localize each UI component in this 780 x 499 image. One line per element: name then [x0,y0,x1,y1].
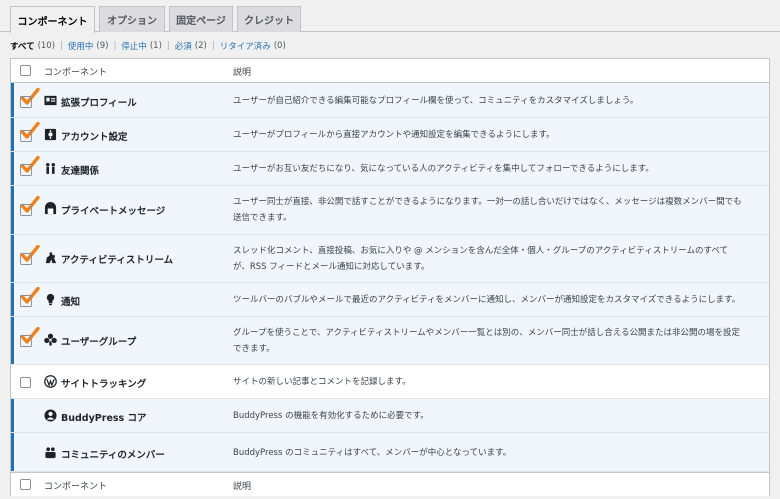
component-row: BuddyPress コア BuddyPress の機能を有効化するために必要です… [11,399,769,433]
column-footer-description: 説明 [233,482,252,492]
status-filters: すべて (10) | 使用中 (9) | 停止中 (1) | 必須 (2) | リタイア… [10,39,286,53]
component-description: ツールバーのバブルやメールで最近のアクティビティをメンバーに通知し、メンバーが通… [233,292,761,308]
filter-inactive-count: (1) [149,41,162,51]
column-header-description: 説明 [233,68,252,78]
groups-icon [44,333,57,346]
tab-credits[interactable]: クレジット [237,6,301,32]
component-checkbox-checked[interactable] [20,121,40,142]
component-row: 友達関係 ユーザーがお互い友だちになり、気になっている人のアクティビティを集中して… [11,152,769,186]
filter-all[interactable]: すべて [10,40,35,52]
component-checkbox-checked[interactable] [20,195,40,216]
wordpress-icon [44,375,57,388]
tab-options[interactable]: オプション [99,6,165,32]
component-description-line: ツールバーのバブルやメールで最近のアクティビティをメンバーに通知し、メンバーが通… [233,295,741,305]
component-name: BuddyPress コア [61,413,147,424]
component-description-line: BuddyPress の機能を有効化するために必要です。 [233,411,429,421]
component-description-line: サイトの新しい記事とコメントを記録します。 [233,377,411,387]
component-description-line: グループを使うことで、アクティビティストリームやメンバー一覧とは別の、メンバー同… [233,328,740,338]
filter-separator: | [211,41,215,51]
settings-icon [44,128,57,141]
profile-card-icon [44,94,57,107]
component-description: スレッド化コメント、直接投稿、お気に入りや @ メンションを含んだ全体・個人・グ… [233,243,761,275]
component-row: ユーザーグループ グループを使うことで、アクティビティストリームやメンバー一覧とは… [11,317,769,365]
component-row: コミュニティのメンバー BuddyPress のコミュニティはすべて、メンバーが中… [11,433,769,472]
filter-active[interactable]: 使用中 [68,40,94,52]
component-description-line: ユーザーが自己紹介できる編集可能なプロフィール欄を使って、コミュニティをカスタマ… [233,96,639,106]
component-name: ユーザーグループ [61,337,137,348]
filter-required[interactable]: 必須 [175,40,192,52]
component-description: ユーザーがお互い友だちになり、気になっている人のアクティビティを集中してフォロー… [233,161,761,177]
component-row: サイトトラッキング サイトの新しい記事とコメントを記録します。 [11,365,769,399]
table-footer: コンポーネント 説明 [11,472,769,496]
component-name: プライベートメッセージ [61,206,166,217]
component-checkbox-checked[interactable] [20,155,40,176]
component-description-line: スレッド化コメント、直接投稿、お気に入りや @ メンションを含んだ全体・個人・グ… [233,246,729,256]
component-name: 通知 [61,297,81,308]
component-row: アカウント設定 ユーザーがプロフィールから直接アカウントや通知設定を編集できるよう… [11,118,769,152]
filter-retired[interactable]: リタイア済み [220,40,271,52]
component-description-line: ユーザーがお互い友だちになり、気になっている人のアクティビティを集中してフォロー… [233,164,654,174]
component-name: 友達関係 [61,166,100,177]
component-checkbox[interactable] [20,377,31,388]
filter-all-count: (10) [37,41,56,51]
members-icon [44,446,57,459]
component-description: ユーザーが自己紹介できる編集可能なプロフィール欄を使って、コミュニティをカスタマ… [233,93,761,109]
components-table: コンポーネント 説明 拡張プロフィール ユーザーが自己紹介できる編集可能なプロフィ… [10,58,770,496]
filter-separator: | [113,41,117,51]
component-row: アクティビティストリーム スレッド化コメント、直接投稿、お気に入りや @ メンショ… [11,235,769,283]
component-description: グループを使うことで、アクティビティストリームやメンバー一覧とは別の、メンバー同… [233,325,761,357]
component-name: 拡張プロフィール [61,98,137,109]
column-footer-component[interactable]: コンポーネント [44,479,107,492]
component-name: サイトトラッキング [61,379,147,390]
component-tabs: コンポーネント オプション 固定ページ クレジット [0,0,780,33]
filter-inactive[interactable]: 停止中 [121,40,147,52]
messages-icon [44,202,57,215]
notification-bulb-icon [44,293,57,306]
component-checkbox-checked[interactable] [20,326,40,347]
component-name: コミュニティのメンバー [61,450,165,461]
component-description: BuddyPress の機能を有効化するために必要です。 [233,408,761,424]
component-description: ユーザーがプロフィールから直接アカウントや通知設定を編集できるようにします。 [233,127,761,143]
component-description-line: が、RSS フィードとメール通知に対応しています。 [233,262,430,272]
buddypress-icon [44,409,57,422]
component-description-line: ユーザー同士が直接、非公開で話すことができるようになります。一対一の話し合いだけ… [233,197,742,207]
component-description-line: ユーザーがプロフィールから直接アカウントや通知設定を編集できるようにします。 [233,130,555,140]
component-description: ユーザー同士が直接、非公開で話すことができるようになります。一対一の話し合いだけ… [233,194,761,226]
filter-active-count: (9) [96,41,109,51]
component-name: アクティビティストリーム [61,255,174,266]
component-checkbox-checked[interactable] [20,87,40,108]
component-checkbox-checked[interactable] [20,244,40,265]
component-name: アカウント設定 [61,132,128,143]
select-all-checkbox-footer[interactable] [20,479,31,490]
filter-retired-count: (0) [273,41,286,51]
component-description-line: 送信できます。 [233,213,292,223]
filter-separator: | [166,41,170,51]
activity-icon [44,251,57,264]
component-description-line: できます。 [233,344,275,354]
component-checkbox-checked[interactable] [20,286,40,307]
component-description: BuddyPress のコミュニティはすべて、メンバーが中心となっています。 [233,445,761,461]
filter-separator: | [60,41,63,51]
filter-required-count: (2) [194,41,207,51]
select-all-checkbox[interactable] [20,65,31,76]
component-row: 拡張プロフィール ユーザーが自己紹介できる編集可能なプロフィール欄を使って、コミュ… [11,83,769,118]
component-row: 通知 ツールバーのバブルやメールで最近のアクティビティをメンバーに通知し、メンバー… [11,283,769,317]
component-row: プライベートメッセージ ユーザー同士が直接、非公開で話すことができるようになります… [11,186,769,235]
column-header-component[interactable]: コンポーネント [44,65,107,78]
table-header: コンポーネント 説明 [11,59,769,83]
friends-icon [44,162,57,175]
component-description: サイトの新しい記事とコメントを記録します。 [233,374,761,390]
tab-pages[interactable]: 固定ページ [169,6,233,32]
tab-components[interactable]: コンポーネント [10,6,95,33]
component-description-line: BuddyPress のコミュニティはすべて、メンバーが中心となっています。 [233,448,512,458]
